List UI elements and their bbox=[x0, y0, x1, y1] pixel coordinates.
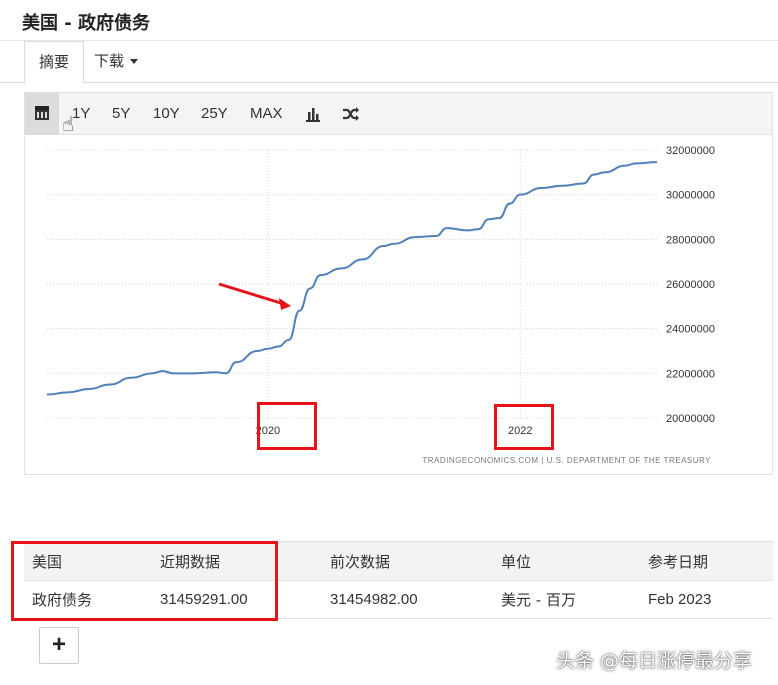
chart-source: TRADINGECONOMICS.COM | U.S. DEPARTMENT O… bbox=[422, 456, 711, 465]
calendar-icon bbox=[35, 106, 49, 120]
caret-down-icon bbox=[130, 59, 139, 64]
watermark: 头条 @每日涨停最分享 bbox=[556, 650, 753, 672]
y-tick-label: 32000000 bbox=[666, 145, 715, 157]
y-tick-label: 20000000 bbox=[666, 413, 715, 425]
y-tick-label: 26000000 bbox=[666, 279, 715, 291]
shuffle-icon bbox=[343, 107, 359, 121]
shuffle-button[interactable] bbox=[340, 93, 362, 135]
chart-grid bbox=[47, 149, 657, 419]
range-1y-button[interactable]: 1Y bbox=[72, 93, 90, 135]
title-bar: 美国 - 政府债务 bbox=[0, 0, 778, 41]
x-tick-label: 2022 bbox=[508, 425, 532, 437]
cell-date: Feb 2023 bbox=[640, 580, 773, 619]
y-axis-ticks: 32000000 30000000 28000000 26000000 24000000… bbox=[666, 145, 715, 425]
tab-download[interactable]: 下载 bbox=[80, 41, 152, 83]
range-10y-button[interactable]: 10Y bbox=[153, 93, 180, 135]
page: 美国 - 政府债务 摘要 下载 1Y 5Y 10Y 25Y MAX 320000… bbox=[0, 0, 778, 685]
tab-download-label: 下载 bbox=[94, 52, 125, 70]
expand-button[interactable]: + bbox=[39, 627, 79, 664]
calendar-button[interactable] bbox=[25, 93, 59, 135]
x-tick-label: 2020 bbox=[256, 425, 280, 437]
col-header-latest: 近期数据 bbox=[152, 541, 322, 581]
table-header-row: 美国 近期数据 前次数据 单位 参考日期 bbox=[24, 541, 773, 581]
cell-indicator[interactable]: 政府债务 bbox=[24, 580, 152, 619]
chart-toolbar: 1Y 5Y 10Y 25Y MAX bbox=[25, 93, 772, 135]
y-tick-label: 30000000 bbox=[666, 190, 715, 202]
table-row[interactable]: 政府债务 31459291.00 31454982.00 美元 - 百万 Feb… bbox=[24, 580, 773, 619]
col-header-previous: 前次数据 bbox=[322, 541, 493, 581]
range-5y-button[interactable]: 5Y bbox=[112, 93, 130, 135]
range-max-button[interactable]: MAX bbox=[250, 93, 283, 135]
cell-previous: 31454982.00 bbox=[322, 580, 493, 619]
col-header-date: 参考日期 bbox=[640, 541, 773, 581]
chart-panel: 1Y 5Y 10Y 25Y MAX 32000000 30000000 2800… bbox=[24, 92, 773, 475]
data-table: 美国 近期数据 前次数据 单位 参考日期 政府债务 31459291.00 31… bbox=[24, 541, 773, 619]
y-tick-label: 28000000 bbox=[666, 234, 715, 246]
tab-bar: 摘要 下载 bbox=[0, 41, 778, 84]
col-header-unit: 单位 bbox=[493, 541, 640, 581]
cell-latest: 31459291.00 bbox=[152, 580, 322, 619]
page-title: 美国 - 政府债务 bbox=[22, 13, 151, 34]
col-header-country: 美国 bbox=[24, 541, 152, 581]
hand-cursor-icon: ☝ bbox=[62, 114, 75, 136]
debt-line-chart: 32000000 30000000 28000000 26000000 24000000… bbox=[46, 145, 715, 465]
x-axis-ticks: 2020 2022 bbox=[256, 425, 533, 437]
bar-chart-button[interactable] bbox=[303, 93, 323, 135]
bar-chart-icon bbox=[306, 108, 320, 122]
y-tick-label: 22000000 bbox=[666, 368, 715, 380]
series-line bbox=[46, 161, 658, 396]
cell-unit: 美元 - 百万 bbox=[493, 580, 640, 619]
y-tick-label: 24000000 bbox=[666, 324, 715, 336]
tab-summary[interactable]: 摘要 bbox=[24, 41, 85, 84]
range-25y-button[interactable]: 25Y bbox=[201, 93, 228, 135]
